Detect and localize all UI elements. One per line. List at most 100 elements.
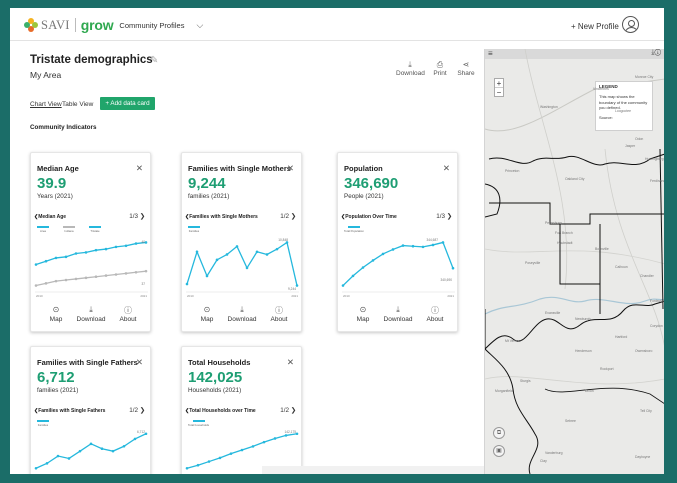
download-button[interactable]: ⤓ Download (71, 305, 111, 323)
data-point (111, 449, 115, 453)
map-place-label: Newburgh (575, 317, 591, 321)
chart-pager[interactable]: 1/3 ❯ (129, 213, 145, 220)
chevron-down-icon[interactable]: ⌵ (196, 20, 203, 31)
series-line (35, 270, 147, 287)
map-button[interactable]: ⊙ Map (343, 305, 383, 323)
download-icon: ⤓ (89, 305, 93, 314)
data-point (45, 462, 49, 465)
data-label: 142,175 (284, 430, 296, 434)
chevron-right-icon[interactable]: ❯ (140, 213, 145, 220)
data-point (144, 269, 148, 273)
chevron-right-icon[interactable]: ❯ (291, 407, 296, 414)
data-point (295, 284, 299, 287)
download-button[interactable]: ⤓ Download (396, 60, 425, 77)
close-icon[interactable]: ✕ (287, 163, 294, 174)
map-place-label: Oakland City (565, 177, 585, 181)
download-button[interactable]: ⤓ Download (378, 305, 418, 323)
map-place-label: Hartford (615, 335, 628, 339)
x-tick-label: 2021 (140, 294, 147, 298)
close-icon[interactable]: ✕ (443, 163, 450, 174)
data-point (251, 445, 255, 448)
table-view-tab[interactable]: Table View (62, 101, 93, 108)
share-icon: ⋖ (462, 60, 470, 69)
data-point (240, 448, 244, 452)
chart-pager[interactable]: 1/2 ❯ (129, 407, 145, 414)
logo-savi-text: SAVI (41, 17, 70, 32)
map-place-label: Vincennes (593, 87, 609, 91)
series-line (35, 241, 147, 266)
map-place-label: Corydon (650, 324, 663, 328)
close-icon[interactable]: ✕ (136, 163, 143, 174)
chart-pager[interactable]: 1/2 ❯ (280, 407, 296, 414)
data-point (94, 248, 98, 252)
data-point (84, 251, 88, 254)
new-profile-button[interactable]: + New Profile (571, 22, 619, 31)
data-point (361, 266, 365, 269)
data-point (195, 250, 199, 254)
data-card: Median Age ✕ 39.9 Years (2021) ❮Median A… (30, 152, 151, 332)
series-line (35, 433, 147, 469)
about-button[interactable]: ⓘ About (415, 305, 455, 323)
map-place-label: Sturgis (520, 379, 531, 383)
chevron-right-icon[interactable]: ❯ (291, 213, 296, 220)
map-button[interactable]: ⊙ Map (36, 305, 76, 323)
close-icon[interactable]: ✕ (287, 357, 294, 368)
close-icon[interactable]: ✕ (136, 357, 143, 368)
pencil-icon[interactable]: ✎ (150, 55, 158, 66)
x-tick-label: 2010 (36, 294, 43, 298)
data-label: 6,712 (137, 430, 145, 434)
logo-leaf-icon (24, 18, 38, 32)
select-icon[interactable]: ▣ (493, 445, 505, 457)
about-button[interactable]: ⓘ About (108, 305, 148, 323)
chevron-right-icon[interactable]: ❯ (140, 407, 145, 414)
about-button[interactable]: ⓘ About (259, 305, 299, 323)
card-value: 346,690 (344, 175, 399, 192)
data-point (56, 454, 60, 458)
screenshot-icon[interactable]: ⧉ (493, 427, 505, 439)
data-point (218, 456, 222, 460)
data-point (196, 463, 200, 467)
chart-subtitle: ❮Total Households over Time (185, 408, 256, 414)
data-point (104, 274, 108, 277)
chart-view-tab[interactable]: Chart View (30, 101, 62, 108)
data-point (124, 244, 128, 248)
data-point (391, 248, 395, 251)
x-tick-label: 2021 (447, 294, 454, 298)
page-title: Tristate demographics (30, 54, 153, 66)
print-button[interactable]: ⎙ Print (430, 60, 450, 77)
download-button[interactable]: ⤓ Download (222, 305, 262, 323)
card-unit: Households (2021) (188, 387, 242, 394)
chart-pager[interactable]: 1/2 ❯ (280, 213, 296, 220)
map-button[interactable]: ⊙ Map (187, 305, 227, 323)
map-place-label: Petersburg (545, 221, 562, 225)
zoom-control[interactable]: + − (494, 78, 504, 97)
map-panel[interactable]: ≡ ⤓ⓘ + − LEGEND This map shows the bound… (484, 49, 664, 474)
map-place-label: Poseyville (525, 261, 541, 265)
map-place-label: Haubstadt (557, 241, 573, 245)
zoom-out-button[interactable]: − (495, 88, 503, 97)
data-label: 10,848 (278, 238, 288, 242)
data-point (133, 437, 137, 441)
share-button[interactable]: ⋖ Share (456, 60, 476, 77)
add-data-card-button[interactable]: + Add data card (100, 97, 155, 110)
data-point (284, 434, 288, 437)
chart-pager[interactable]: 1/3 ❯ (436, 213, 452, 220)
chevron-right-icon[interactable]: ❯ (447, 213, 452, 220)
zoom-in-button[interactable]: + (495, 79, 503, 88)
data-point (229, 452, 233, 455)
card-value: 39.9 (37, 175, 67, 192)
avatar-icon[interactable] (622, 16, 639, 33)
legend-source: Source: (599, 114, 613, 120)
x-tick-label: 2010 (187, 294, 194, 298)
card-unit: families (2021) (37, 387, 79, 394)
map-place-label: Owensboro (635, 349, 653, 353)
logo[interactable]: SAVI grow Community Profiles ⌵ (24, 17, 203, 33)
info-icon: ⓘ (124, 306, 132, 315)
data-point (273, 437, 277, 440)
data-point (411, 244, 415, 248)
map-pin-icon: ⊙ (52, 305, 60, 314)
data-point (207, 460, 211, 463)
map-place-label: Tell City (640, 409, 652, 413)
series-line (342, 241, 454, 287)
data-point (74, 277, 78, 281)
